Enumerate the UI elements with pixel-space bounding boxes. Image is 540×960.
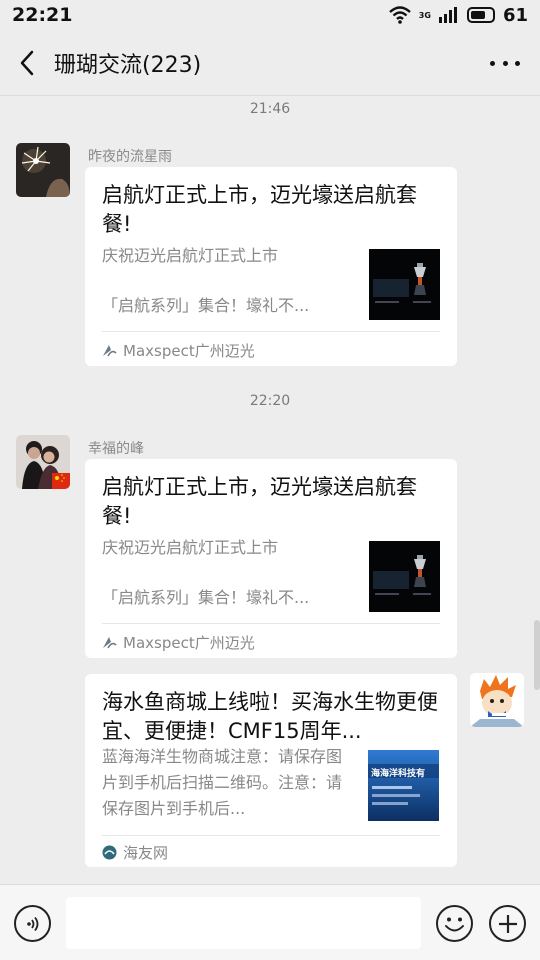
card-source-name: Maxspect广州迈光 — [123, 634, 255, 652]
card-source-name: 海友网 — [123, 844, 169, 862]
card-thumbnail: 海海洋科技有 — [368, 750, 439, 821]
chevron-left-icon — [20, 50, 34, 75]
voice-button[interactable] — [14, 905, 51, 942]
wifi-icon — [388, 6, 411, 24]
battery-percent: 61 — [502, 4, 528, 26]
chat-title: 珊瑚交流(223) — [54, 52, 202, 78]
timestamp: 21:46 — [249, 101, 291, 117]
card-source: Maxspect广州迈光 — [102, 340, 255, 361]
article-card[interactable]: 启航灯正式上市，迈光壕送启航套餐! 庆祝迈光启航灯正式上市 「启航系列」集合！壕… — [85, 167, 457, 366]
card-thumbnail — [369, 249, 440, 320]
article-card[interactable]: 海水鱼商城上线啦！买海水生物更便宜、更便捷！CMF15周年... 蓝海海洋生物商… — [85, 674, 457, 867]
voice-icon — [26, 916, 38, 931]
couple-avatar-image — [16, 435, 70, 489]
sender-name: 幸福的峰 — [88, 441, 144, 457]
timestamp: 22:20 — [249, 393, 291, 409]
input-bar — [0, 884, 540, 960]
status-bar: 22:21 3G 61 — [0, 0, 540, 30]
cartoon-avatar-image — [470, 673, 524, 727]
maxspect-logo-icon — [103, 637, 117, 649]
back-button[interactable] — [0, 30, 54, 96]
my-avatar[interactable] — [470, 673, 524, 727]
card-title: 启航灯正式上市，迈光壕送启航套餐! — [102, 475, 417, 528]
signal-icon — [438, 7, 457, 23]
card-source: Maxspect广州迈光 — [102, 632, 255, 653]
card-source: 海友网 — [102, 842, 168, 863]
more-button[interactable] — [490, 52, 520, 74]
avatar[interactable] — [16, 143, 70, 197]
message-input[interactable] — [66, 897, 421, 949]
card-description-line2: 「启航系列」集合！壕礼不... — [102, 296, 310, 315]
card-description-line2: 「启航系列」集合！壕礼不... — [102, 588, 310, 607]
card-thumbnail — [369, 541, 440, 612]
card-divider — [102, 835, 440, 836]
more-functions-button[interactable] — [489, 905, 526, 942]
card-description: 蓝海海洋生物商城注意：请保存图片到手机后扫描二维码。注意：请保存图片到手机后..… — [102, 747, 343, 818]
scrollbar[interactable] — [534, 620, 540, 690]
chat-header: 珊瑚交流(223) — [0, 30, 540, 96]
card-description-line1: 庆祝迈光启航灯正式上市 — [102, 246, 279, 265]
card-source-name: Maxspect广州迈光 — [123, 342, 255, 360]
avatar[interactable] — [16, 435, 70, 489]
sparkler-avatar-image — [16, 143, 70, 197]
lamp-product-image — [369, 541, 440, 612]
qr-banner-image — [368, 750, 439, 821]
thumbnail-text: 海海洋科技有 — [371, 769, 426, 779]
card-title: 海水鱼商城上线啦！买海水生物更便宜、更便捷！CMF15周年... — [102, 690, 438, 743]
article-card[interactable]: 启航灯正式上市，迈光壕送启航套餐! 庆祝迈光启航灯正式上市 「启航系列」集合！壕… — [85, 459, 457, 658]
card-divider — [102, 623, 440, 624]
ellipsis-icon — [490, 60, 495, 66]
status-time: 22:21 — [12, 4, 73, 26]
haiyou-logo-icon — [102, 845, 117, 860]
card-divider — [102, 331, 440, 332]
status-icons: 3G 61 — [388, 4, 528, 26]
maxspect-logo-icon — [103, 345, 117, 357]
lamp-product-image — [369, 249, 440, 320]
sender-name: 昨夜的流星雨 — [88, 149, 172, 165]
card-description-line1: 庆祝迈光启航灯正式上市 — [102, 538, 279, 557]
smiley-icon — [445, 917, 464, 932]
plus-icon — [498, 914, 517, 933]
emoji-button[interactable] — [436, 905, 473, 942]
battery-icon — [466, 7, 495, 23]
card-title: 启航灯正式上市，迈光壕送启航套餐! — [102, 183, 417, 236]
network-type: 3G — [418, 10, 431, 20]
